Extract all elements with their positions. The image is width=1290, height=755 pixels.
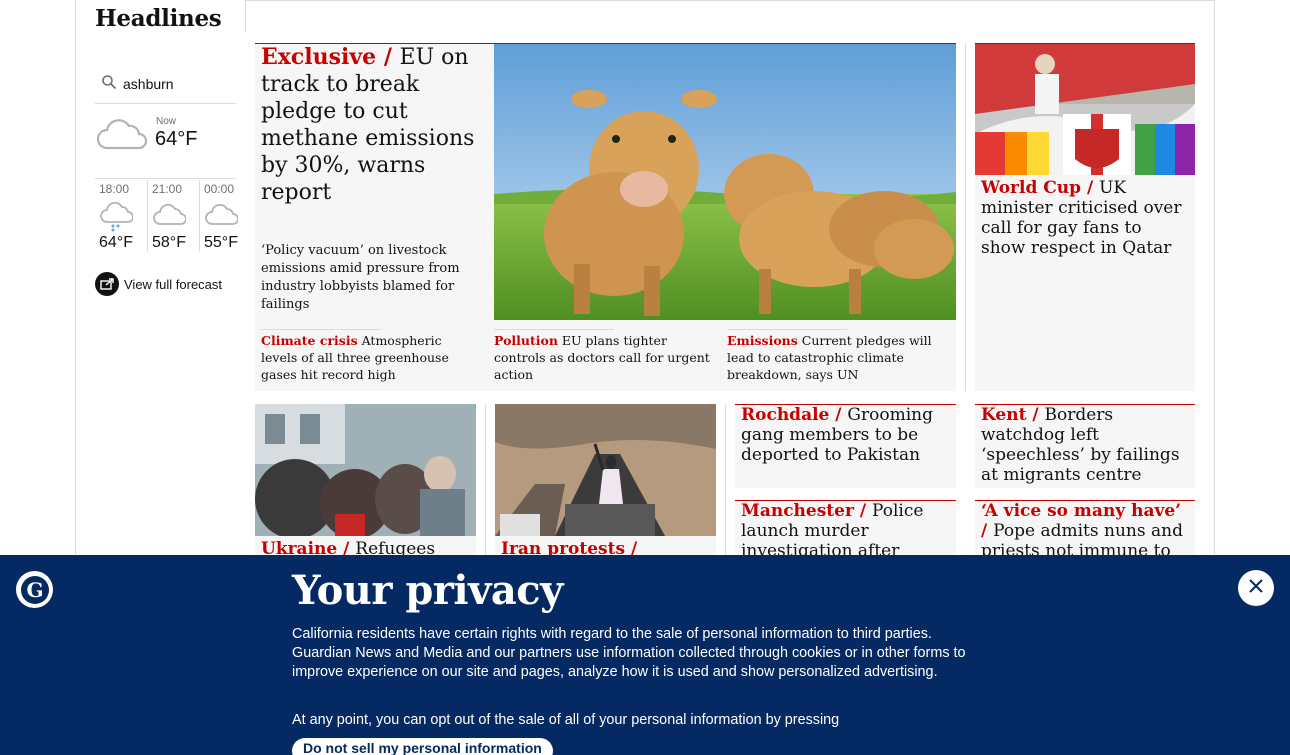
- sublink[interactable]: Climate crisis Atmospheric levels of all…: [261, 332, 481, 383]
- view-full-forecast-label: View full forecast: [124, 276, 223, 292]
- story-image[interactable]: [975, 44, 1195, 175]
- cloud-icon: [95, 114, 148, 156]
- divider: [725, 404, 726, 555]
- main-kicker: Exclusive /: [261, 44, 392, 70]
- main-standfirst: ‘Policy vacuum’ on livestock emissions a…: [261, 243, 460, 312]
- story-kicker: Kent /: [981, 405, 1039, 425]
- sublink[interactable]: Pollution EU plans tighter controls as d…: [494, 332, 714, 383]
- privacy-body-2: At any point, you can opt out of the sal…: [292, 712, 840, 728]
- forecast-temperature: 64°F: [99, 234, 133, 251]
- forecast-item: 18:00 64°F: [95, 180, 147, 252]
- story-headline[interactable]: ‘A vice so many have’ / Pope admits nuns…: [981, 501, 1193, 561]
- do-not-sell-button[interactable]: Do not sell my personal information: [292, 738, 553, 755]
- sublink-kicker: Pollution: [494, 333, 558, 348]
- story-headline[interactable]: Kent / Borders watchdog left ‘speechless…: [981, 405, 1193, 485]
- forecast-time: 18:00: [99, 182, 130, 196]
- story-headline[interactable]: Rochdale / Grooming gang members to be d…: [741, 405, 953, 465]
- privacy-title: Your privacy: [292, 567, 563, 614]
- forecast-temperature: 55°F: [204, 234, 238, 251]
- story-headline[interactable]: World Cup / UK minister criticised over …: [981, 178, 1191, 258]
- story-kicker: World Cup /: [981, 178, 1094, 198]
- story-kicker: Rochdale /: [741, 405, 842, 425]
- now-label: Now: [156, 116, 177, 127]
- forecast-item: 21:00 58°F: [148, 180, 200, 252]
- divider: [965, 43, 966, 391]
- now-temperature: 64°F: [155, 128, 198, 150]
- forecast-item: 00:00 55°F: [200, 180, 252, 252]
- cloud-icon: [152, 202, 187, 232]
- divider: [245, 0, 246, 32]
- location-input[interactable]: [123, 76, 233, 92]
- main-story-image[interactable]: [494, 44, 956, 320]
- divider: [727, 329, 847, 330]
- sublink-kicker: Climate crisis: [261, 333, 358, 348]
- close-icon: [1248, 578, 1264, 598]
- cloud-icon: [204, 202, 239, 232]
- external-link-icon: [95, 272, 119, 296]
- weather-search: [95, 70, 236, 104]
- close-button[interactable]: [1238, 570, 1274, 606]
- divider: [261, 329, 381, 330]
- divider: [95, 178, 236, 179]
- section-title: Headlines: [95, 5, 222, 32]
- cloud-rain-icon: [99, 201, 134, 236]
- divider: [485, 404, 486, 555]
- story-kicker: Manchester /: [741, 501, 867, 521]
- story-image[interactable]: [255, 404, 476, 536]
- divider: [494, 329, 614, 330]
- forecast-time: 21:00: [152, 182, 183, 196]
- svg-text:G: G: [26, 578, 43, 602]
- story-headline[interactable]: Manchester / Police launch murder invest…: [741, 501, 953, 561]
- forecast-time: 00:00: [204, 182, 235, 196]
- guardian-logo-icon: G: [16, 571, 53, 608]
- view-full-forecast-link[interactable]: View full forecast: [95, 272, 222, 296]
- divider: [246, 0, 1215, 1]
- sublink[interactable]: Emissions Current pledges will lead to c…: [727, 332, 937, 383]
- sublink-kicker: Emissions: [727, 333, 798, 348]
- main-headline[interactable]: Exclusive / EU on track to break pledge …: [261, 44, 479, 206]
- search-icon: [101, 74, 117, 94]
- forecast-temperature: 58°F: [152, 234, 186, 251]
- privacy-body: California residents have certain rights…: [292, 626, 966, 680]
- privacy-banner: G Your privacy California residents have…: [0, 555, 1290, 755]
- story-image[interactable]: [495, 404, 716, 536]
